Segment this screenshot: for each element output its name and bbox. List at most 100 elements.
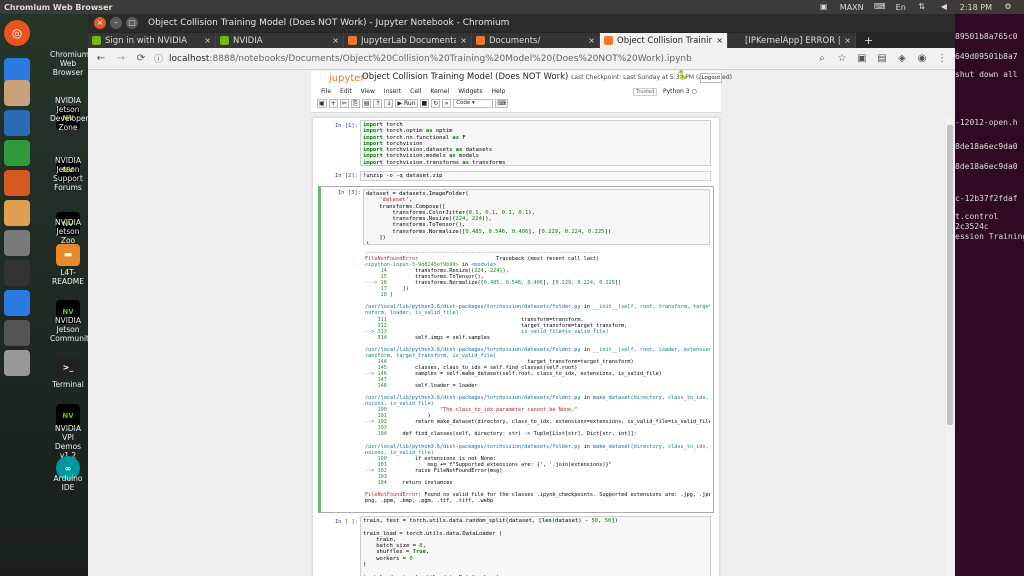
menu-help[interactable]: Help bbox=[491, 88, 505, 95]
paste-icon[interactable]: ▤ bbox=[361, 99, 372, 108]
close-window-icon[interactable]: × bbox=[94, 17, 106, 29]
save-icon[interactable]: ▣ bbox=[317, 99, 327, 108]
interrupt-icon[interactable]: ■ bbox=[419, 99, 430, 108]
run-button[interactable]: ▶ Run bbox=[395, 99, 418, 108]
move-up-icon[interactable]: ↑ bbox=[373, 99, 383, 108]
desktop-item-label[interactable]: Arduino IDE bbox=[50, 474, 86, 492]
keyboard-icon[interactable]: ⌨ bbox=[874, 2, 886, 12]
desktop-item-label[interactable]: Terminal bbox=[50, 380, 86, 389]
tab-close-icon[interactable]: × bbox=[460, 36, 467, 45]
browser-tab[interactable]: [IPKernelApp] ERROR | No × bbox=[728, 33, 856, 48]
profile-icon[interactable]: ◉ bbox=[915, 53, 929, 64]
code-cell-selected[interactable]: In [3]: dataset = datasets.ImageFolder( … bbox=[318, 186, 714, 513]
cell-type-select[interactable]: Code ▾ bbox=[453, 99, 494, 108]
url-path: :8888/notebooks/Documents/Object%20Colli… bbox=[209, 53, 692, 64]
minimize-window-icon[interactable]: – bbox=[110, 17, 122, 29]
desktop-item-label[interactable]: L4T-README bbox=[50, 268, 86, 286]
software-icon[interactable] bbox=[4, 200, 30, 226]
gear-icon[interactable]: ⚙ bbox=[1002, 2, 1014, 12]
menu-icon[interactable]: ⋮ bbox=[935, 53, 949, 64]
language-indicator[interactable]: En bbox=[896, 3, 906, 12]
terminal-icon[interactable] bbox=[4, 260, 30, 286]
notebook-container: In [1]: import torch import torch.optim … bbox=[313, 118, 719, 576]
forward-button[interactable]: → bbox=[114, 53, 128, 64]
menu-cell[interactable]: Cell bbox=[410, 88, 421, 95]
impress-icon[interactable] bbox=[4, 170, 30, 196]
files-icon[interactable] bbox=[4, 80, 30, 106]
window-titlebar[interactable]: × – □ Object Collision Training Model (D… bbox=[88, 14, 955, 32]
tab-close-icon[interactable]: × bbox=[844, 36, 851, 45]
calc-icon[interactable] bbox=[4, 140, 30, 166]
code-cell[interactable]: In [ ]: train, test = torch.utils.data.r… bbox=[318, 516, 714, 576]
extension-icon[interactable]: ▤ bbox=[875, 53, 889, 64]
menu-edit[interactable]: Edit bbox=[340, 88, 352, 95]
bookmark-star-icon[interactable]: ☆ bbox=[835, 53, 849, 64]
drive-icon[interactable] bbox=[4, 350, 30, 376]
back-button[interactable]: ← bbox=[94, 53, 108, 64]
copy-icon[interactable]: ⎘ bbox=[350, 99, 360, 108]
desktop-item-label[interactable]: NVIDIA Jetson Zoo bbox=[50, 218, 86, 245]
restart-icon[interactable]: ↻ bbox=[431, 99, 441, 108]
menu-file[interactable]: File bbox=[321, 88, 331, 95]
browser-tab[interactable]: Object Collision Training × bbox=[600, 33, 728, 48]
notebook-title[interactable]: Object Collision Training Model (Does NO… bbox=[362, 72, 568, 82]
jupyter-page: jupyter Object Collision Training Model … bbox=[88, 71, 955, 576]
ubuntu-dash-icon[interactable]: ◎ bbox=[4, 20, 30, 46]
desktop-item-label[interactable]: NVIDIA Jetson Support Forums bbox=[50, 156, 86, 192]
desktop-item-label[interactable]: NVIDIA Jetson Community bbox=[50, 316, 93, 343]
tab-close-icon[interactable]: × bbox=[332, 36, 339, 45]
settings-icon[interactable] bbox=[4, 230, 30, 256]
power-mode-indicator[interactable]: MAXN bbox=[840, 3, 864, 12]
logout-button[interactable]: Logout bbox=[700, 73, 722, 83]
clock[interactable]: 2:18 PM bbox=[960, 3, 992, 12]
cell-input[interactable]: import torch import torch.optim as optim… bbox=[360, 120, 711, 166]
browser-tab[interactable]: NVIDIA × bbox=[216, 33, 344, 48]
tab-favicon-icon bbox=[604, 36, 613, 45]
trusted-indicator[interactable]: Trusted bbox=[633, 88, 658, 96]
browser-tab[interactable]: Documents/ × bbox=[472, 33, 600, 48]
extension-icon[interactable]: ▣ bbox=[855, 53, 869, 64]
folder-icon[interactable]: ▬ bbox=[56, 244, 80, 266]
code-cell[interactable]: In [1]: import torch import torch.optim … bbox=[318, 120, 714, 168]
browser-tab[interactable]: Sign in with NVIDIA × bbox=[88, 33, 216, 48]
cell-prompt: In [1]: bbox=[334, 123, 358, 129]
code-cell[interactable]: In [2]: !unzip -o -q dataset.zip bbox=[318, 171, 714, 182]
maximize-window-icon[interactable]: □ bbox=[126, 17, 138, 29]
insert-cell-icon[interactable]: + bbox=[328, 99, 338, 108]
desktop-item-label[interactable]: NVIDIA VPI Demos v1.2 bbox=[50, 424, 86, 460]
launcher-label-chromium[interactable]: Chromium Web Browser bbox=[50, 50, 89, 77]
tab-close-icon[interactable]: × bbox=[716, 36, 723, 45]
menu-widgets[interactable]: Widgets bbox=[458, 88, 482, 95]
restart-run-icon[interactable]: » bbox=[442, 99, 452, 108]
address-bar[interactable]: ⓘ localhost:8888/notebooks/Documents/Obj… bbox=[154, 51, 809, 67]
chromium-icon[interactable] bbox=[4, 290, 30, 316]
jupyter-logo[interactable]: jupyter bbox=[329, 73, 365, 84]
move-down-icon[interactable]: ↓ bbox=[384, 99, 394, 108]
system-top-bar: Chromium Web Browser ▣ MAXN ⌨ En ⇅ ◀ 2:1… bbox=[0, 0, 1024, 14]
browser-tab[interactable]: JupyterLab Documentati × bbox=[344, 33, 472, 48]
menu-insert[interactable]: Insert bbox=[384, 88, 401, 95]
cell-input[interactable]: !unzip -o -q dataset.zip bbox=[360, 171, 711, 181]
reload-button[interactable]: ⟳ bbox=[134, 53, 148, 64]
command-palette-icon[interactable]: ⌨ bbox=[495, 99, 508, 108]
tab-close-icon[interactable]: × bbox=[588, 36, 595, 45]
cell-input[interactable]: dataset = datasets.ImageFolder( 'dataset… bbox=[363, 189, 710, 245]
desktop-item-label[interactable]: NVIDIA Jetson Developer Zone bbox=[50, 96, 89, 132]
terminal-icon[interactable]: >_ bbox=[56, 356, 80, 378]
writer-icon[interactable] bbox=[4, 110, 30, 136]
network-icon[interactable]: ⇅ bbox=[916, 2, 928, 12]
scrollbar-thumb[interactable] bbox=[947, 125, 953, 425]
extension-icon[interactable]: ◈ bbox=[895, 53, 909, 64]
page-scrollbar[interactable] bbox=[946, 117, 954, 576]
cut-icon[interactable]: ✂ bbox=[339, 99, 349, 108]
menu-view[interactable]: View bbox=[361, 88, 375, 95]
volume-icon[interactable]: ◀ bbox=[938, 2, 950, 12]
cell-input[interactable]: train, test = torch.utils.data.random_sp… bbox=[360, 516, 711, 576]
search-icon[interactable]: ⌕ bbox=[815, 53, 829, 64]
new-tab-button[interactable]: + bbox=[856, 33, 881, 48]
nvidia-indicator-icon[interactable]: ▣ bbox=[818, 2, 830, 12]
menu-kernel[interactable]: Kernel bbox=[430, 88, 449, 95]
updater-icon[interactable] bbox=[4, 320, 30, 346]
site-info-icon[interactable]: ⓘ bbox=[154, 52, 163, 65]
tab-close-icon[interactable]: × bbox=[204, 36, 211, 45]
